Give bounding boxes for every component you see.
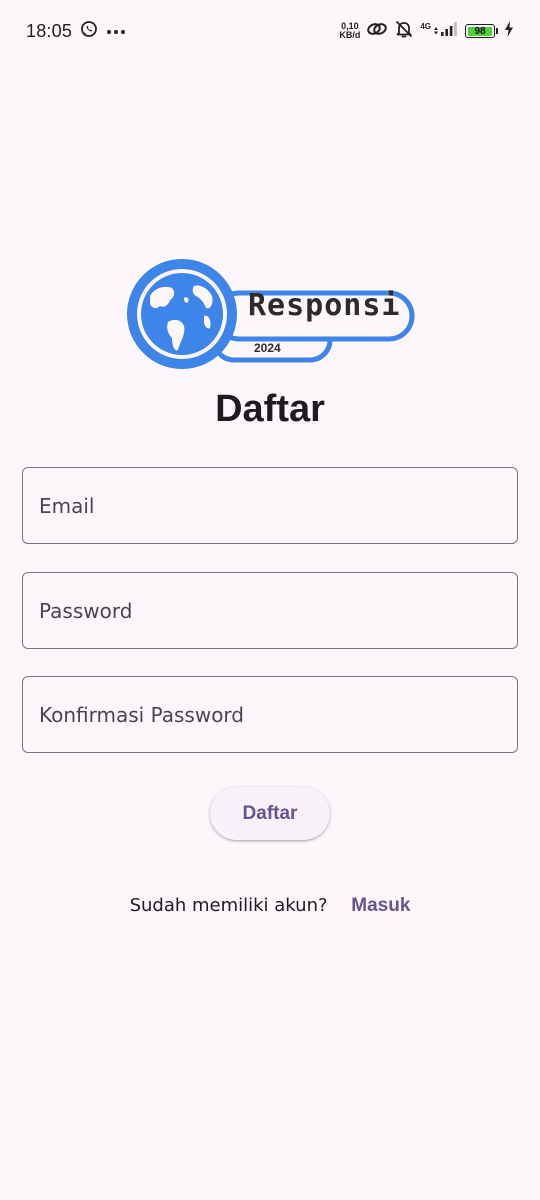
logo-year-text: 2024 (254, 341, 281, 355)
more-notifications-icon (106, 22, 126, 40)
bell-muted-icon (394, 19, 414, 43)
network-speed-unit: KB/d (339, 30, 361, 40)
status-bar-left: 18:05 (26, 20, 126, 43)
status-bar: 18:05 0,10 KB/d 4G 98 (0, 0, 540, 62)
status-time: 18:05 (26, 20, 73, 41)
battery-tip (496, 28, 498, 34)
status-bar-right: 0,10 KB/d 4G 98 (339, 19, 514, 43)
email-field[interactable] (22, 467, 518, 544)
register-button[interactable]: Daftar (210, 787, 330, 840)
charging-icon (504, 21, 514, 41)
page-title: Daftar (215, 388, 325, 430)
app-logo: Responsi 2024 (124, 258, 416, 372)
network-type: 4G (420, 21, 431, 31)
login-question: Sudah memiliki akun? (129, 895, 328, 916)
battery-indicator: 98 (465, 24, 498, 38)
network-speed: 0,10 KB/d (339, 22, 360, 40)
signal-icon (433, 21, 459, 41)
logo-brand-text: Responsi (248, 288, 401, 323)
battery-level: 98 (474, 25, 486, 37)
battery-icon: 98 (465, 24, 495, 38)
login-link[interactable]: Masuk (351, 895, 410, 916)
whatsapp-icon (80, 20, 98, 43)
password-field[interactable] (22, 572, 518, 649)
confirm-password-field[interactable] (22, 676, 518, 753)
link-icon (366, 21, 388, 41)
login-prompt: Sudah memiliki akun? Masuk (0, 895, 540, 917)
